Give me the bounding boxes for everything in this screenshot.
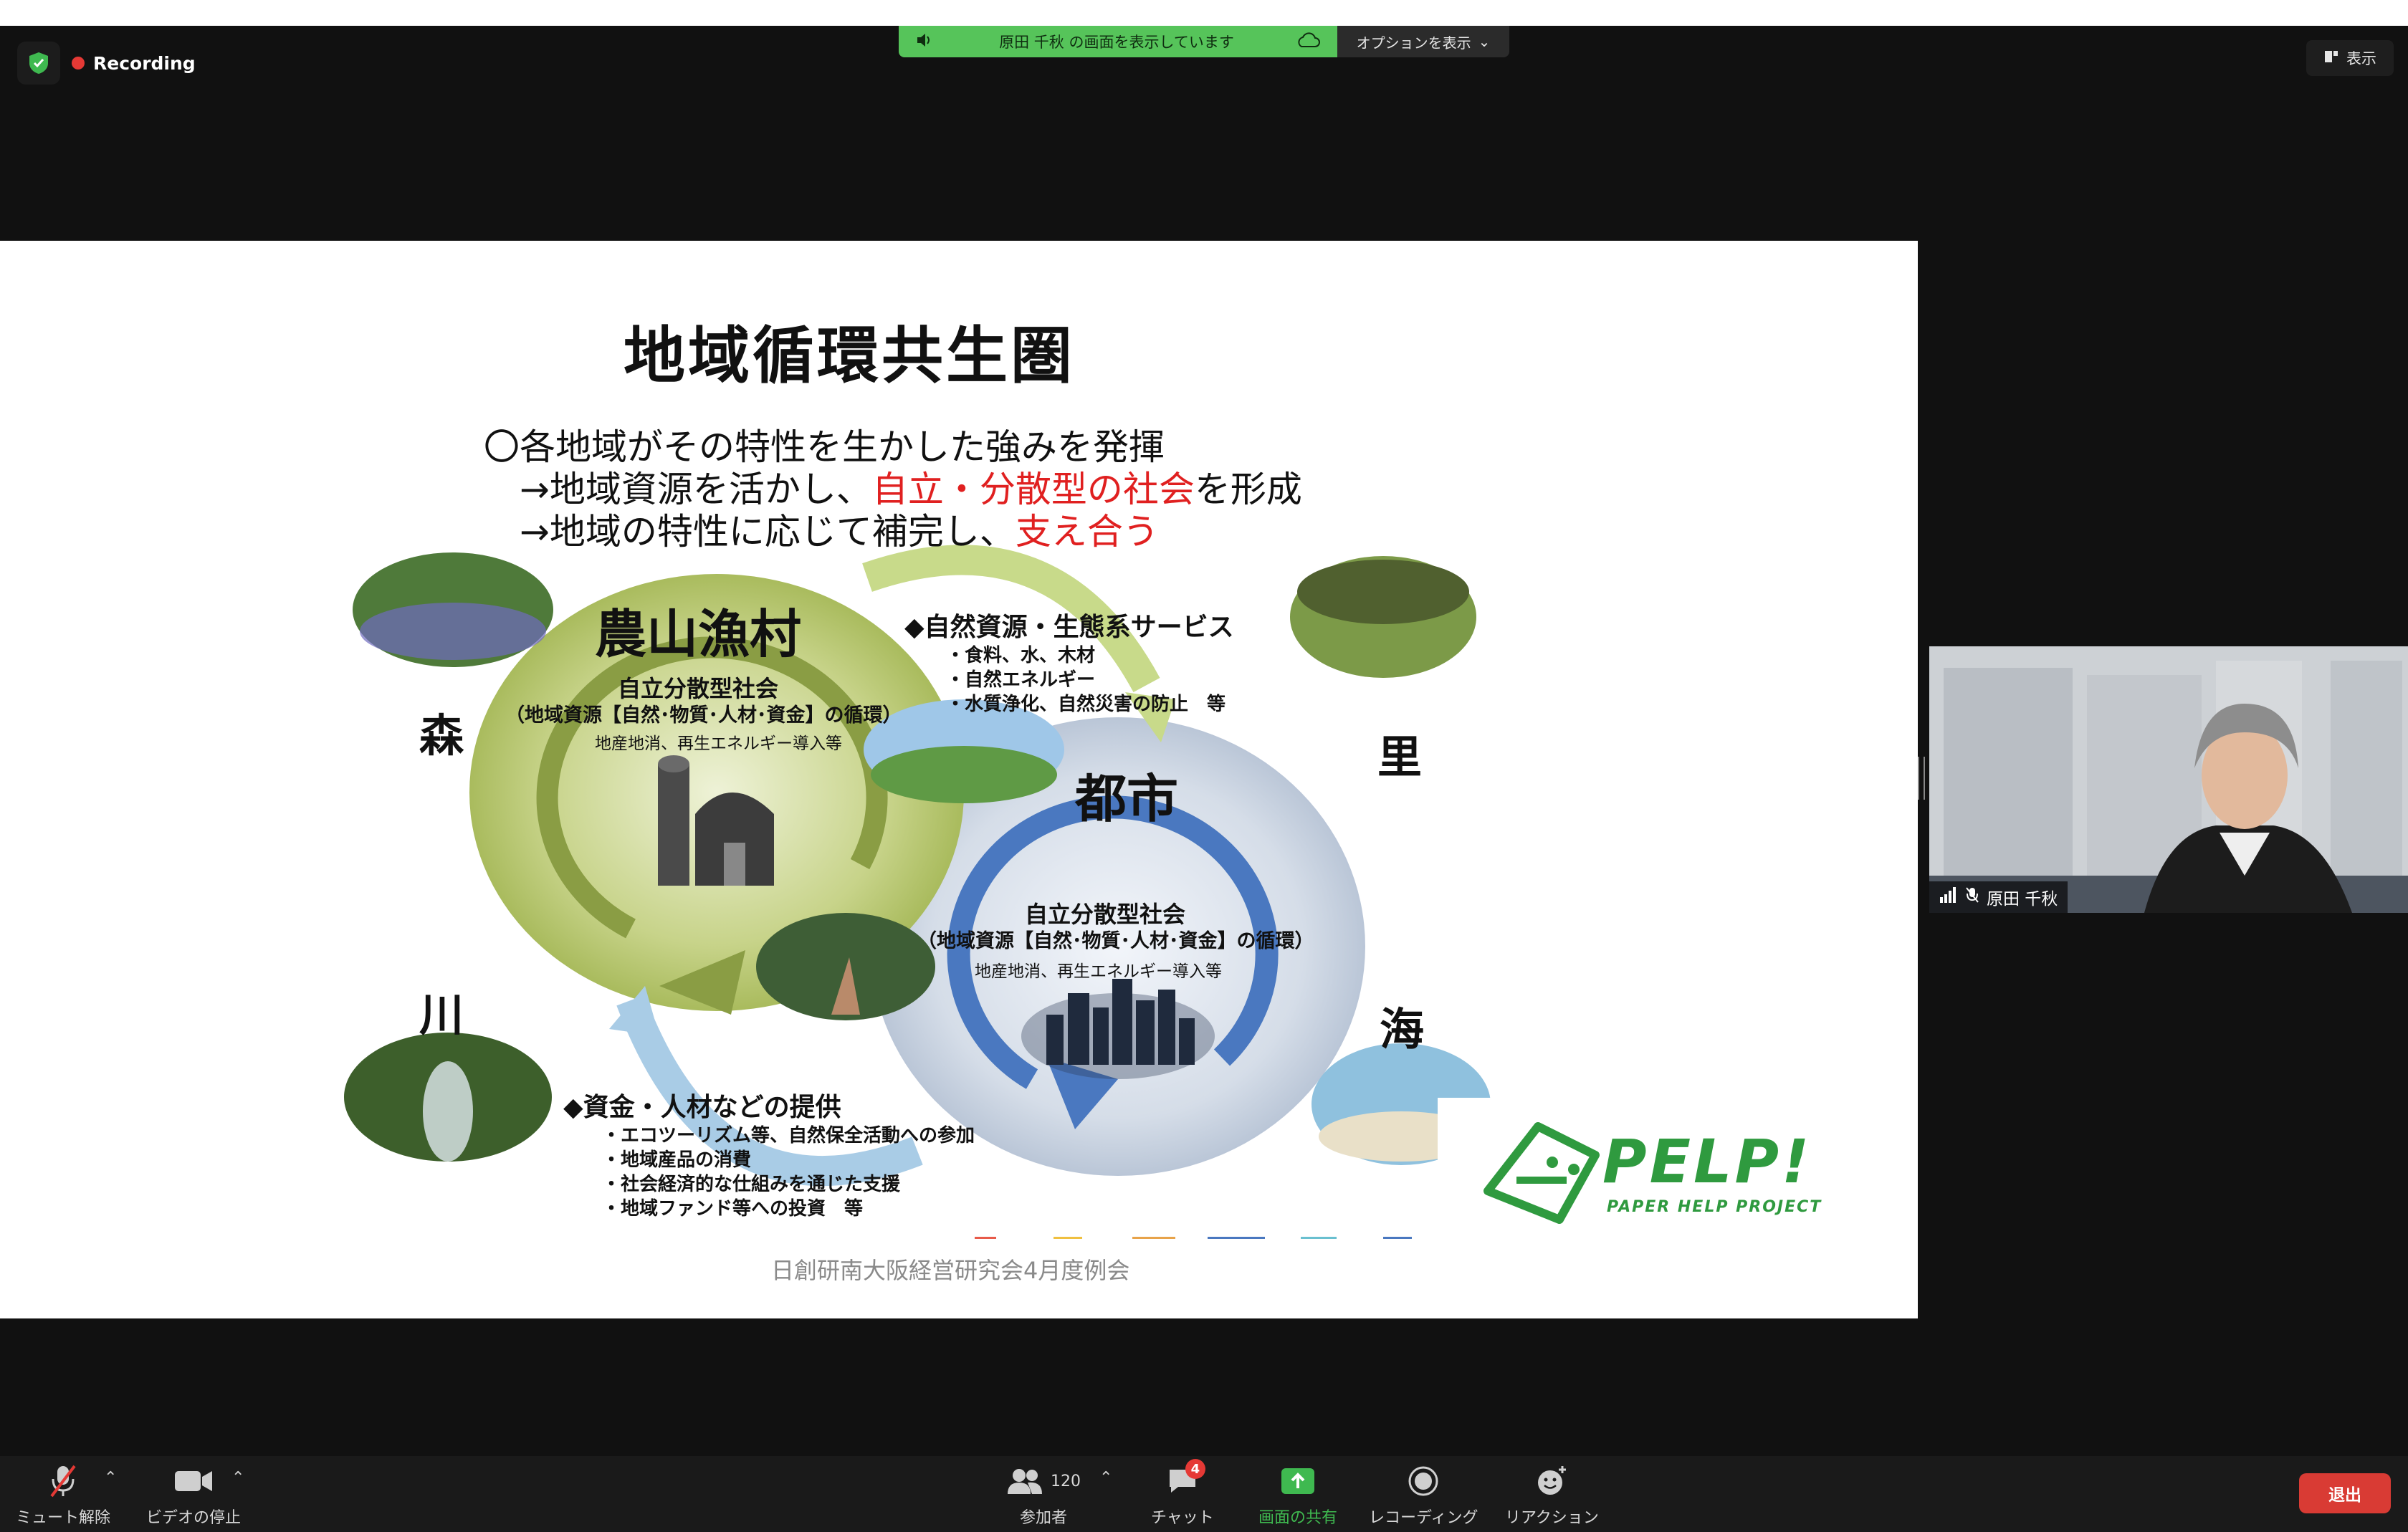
unmute-button[interactable]: ミュート解除 bbox=[16, 1463, 110, 1528]
video-options-caret-icon[interactable]: ⌃ bbox=[231, 1469, 244, 1487]
share-banner-text: 原田 千秋 の画面を表示しています bbox=[999, 34, 1234, 51]
security-shield-icon[interactable] bbox=[17, 42, 60, 85]
nature-item-3: ・水質浄化、自然災害の防止 等 bbox=[946, 694, 1226, 715]
nature-services-heading: ◆自然資源・生態系サービス bbox=[904, 613, 1234, 642]
recording-dot-icon bbox=[72, 57, 85, 70]
participant-video-feed bbox=[1929, 646, 2408, 913]
unmute-label: ミュート解除 bbox=[16, 1509, 111, 1527]
funds-item-2: ・地域産品の消費 bbox=[602, 1149, 752, 1171]
cloud-icon bbox=[1296, 32, 1320, 52]
view-options-button[interactable]: オプションを表示 ⌄ bbox=[1337, 26, 1509, 57]
pelp-mascot-icon bbox=[1484, 1122, 1600, 1224]
chat-unread-badge: 4 bbox=[1185, 1459, 1205, 1479]
slide-title: 地域循環共生圏 bbox=[624, 320, 1075, 392]
shared-slide: 地域循環共生圏 〇各地域がその特性を生かした強みを発揮 →地域資源を活かし、自立… bbox=[0, 241, 1918, 1318]
chat-label: チャット bbox=[1151, 1509, 1214, 1527]
participants-button[interactable]: 120 参加者 bbox=[1006, 1463, 1081, 1528]
participant-name: 原田 千秋 bbox=[1987, 890, 2058, 909]
rural-examples: 地産地消、再生エネルギー導入等 bbox=[595, 734, 842, 753]
participants-count: 120 bbox=[1051, 1472, 1081, 1490]
muted-microphone-icon bbox=[47, 1463, 79, 1499]
participant-name-tag: 原田 千秋 bbox=[1929, 881, 2068, 913]
panel-resize-handle[interactable] bbox=[1918, 757, 1925, 800]
view-button-label: 表示 bbox=[2346, 50, 2376, 67]
pelp-logo-subtitle: PAPER HELP PROJECT bbox=[1607, 1198, 1822, 1216]
recording-label: Recording bbox=[93, 52, 196, 74]
forest-flowers bbox=[360, 603, 546, 660]
sea-label: 海 bbox=[1380, 1003, 1425, 1055]
meeting-toolbar: ミュート解除 ⌃ ビデオの停止 ⌃ 120 参加者 ⌃ 4 チャット 画面の共有… bbox=[0, 1456, 2408, 1532]
slide-footer: 日創研南大阪経営研究会4月度例会 bbox=[771, 1257, 1130, 1284]
slide-line-3-highlight: 支え合う bbox=[1015, 511, 1159, 552]
recording-indicator[interactable]: Recording bbox=[72, 46, 196, 80]
pelp-logo-name: PELP! bbox=[1602, 1126, 1812, 1197]
funds-item-3: ・社会経済的な仕組みを通じた支援 bbox=[602, 1174, 901, 1195]
pelp-logo: PELP! PAPER HELP PROJECT bbox=[1438, 1098, 1820, 1241]
view-button[interactable]: 表示 bbox=[2306, 40, 2394, 76]
funds-heading: ◆資金・人材などの提供 bbox=[563, 1093, 841, 1122]
nature-item-1: ・食料、水、木材 bbox=[946, 645, 1096, 666]
record-icon bbox=[1408, 1463, 1439, 1499]
chevron-down-icon: ⌄ bbox=[1478, 33, 1491, 50]
slide-line-3-prefix: →地域の特性に応じて補完し、 bbox=[520, 511, 1016, 552]
participants-icon bbox=[1008, 1469, 1042, 1494]
view-options-label: オプションを表示 bbox=[1356, 34, 1471, 52]
zoom-window: Recording 原田 千秋 の画面を表示しています オプションを表示 ⌄ 表… bbox=[0, 26, 2408, 1532]
funds-item-4: ・地域ファンド等への投資 等 bbox=[602, 1198, 864, 1220]
share-screen-button[interactable]: 画面の共有 bbox=[1258, 1463, 1337, 1528]
reactions-smiley-icon bbox=[1535, 1463, 1568, 1499]
participants-label: 参加者 bbox=[1019, 1509, 1067, 1527]
nature-item-2: ・自然エネルギー bbox=[946, 669, 1096, 691]
urban-cycle-label: （地域資源【自然･物質･人材･資金】の循環） bbox=[917, 930, 1314, 952]
urban-examples: 地産地消、再生エネルギー導入等 bbox=[975, 962, 1222, 981]
screen-share-banner: 原田 千秋 の画面を表示しています bbox=[899, 26, 1337, 57]
participant-video-tile[interactable]: 原田 千秋 bbox=[1929, 646, 2408, 913]
urban-title: 都市 bbox=[1075, 769, 1179, 829]
record-button[interactable]: レコーディング bbox=[1369, 1463, 1478, 1528]
village-label: 里 bbox=[1377, 731, 1423, 783]
video-camera-icon bbox=[173, 1463, 214, 1499]
participants-icon-group: 120 bbox=[1006, 1463, 1081, 1499]
river-water bbox=[423, 1061, 473, 1162]
stop-video-button[interactable]: ビデオの停止 bbox=[146, 1463, 241, 1528]
river-label: 川 bbox=[419, 989, 464, 1041]
audio-options-caret-icon[interactable]: ⌃ bbox=[104, 1469, 117, 1487]
reactions-button[interactable]: リアクション bbox=[1505, 1463, 1599, 1528]
chat-icon: 4 bbox=[1167, 1459, 1205, 1499]
muted-mic-icon bbox=[1965, 886, 1979, 908]
slide-color-dashes bbox=[975, 1237, 1412, 1239]
speaker-icon bbox=[916, 32, 937, 52]
slide-line-3: →地域の特性に応じて補完し、支え合う bbox=[520, 503, 1159, 555]
rural-cycle-label: （地域資源【自然･物質･人材･資金】の循環） bbox=[505, 704, 902, 727]
rural-title: 農山漁村 bbox=[595, 604, 802, 664]
record-label: レコーディング bbox=[1369, 1509, 1478, 1527]
village-hills bbox=[1297, 560, 1469, 624]
leave-meeting-button[interactable]: 退出 bbox=[2299, 1473, 2391, 1513]
reactions-label: リアクション bbox=[1505, 1509, 1599, 1527]
chat-button[interactable]: 4 チャット bbox=[1151, 1459, 1214, 1528]
view-layout-icon bbox=[2323, 49, 2339, 68]
participants-options-caret-icon[interactable]: ⌃ bbox=[1099, 1469, 1112, 1487]
slide-line-2-suffix: を形成 bbox=[1194, 469, 1302, 510]
funds-item-1: ・エコツーリズム等、自然保全活動への参加 bbox=[602, 1125, 975, 1146]
forest-label: 森 bbox=[419, 709, 464, 762]
stop-video-label: ビデオの停止 bbox=[146, 1509, 242, 1527]
landscape-field bbox=[871, 746, 1057, 803]
share-screen-label: 画面の共有 bbox=[1258, 1509, 1338, 1527]
share-screen-icon bbox=[1280, 1463, 1316, 1499]
signal-strength-icon bbox=[1939, 887, 1958, 907]
